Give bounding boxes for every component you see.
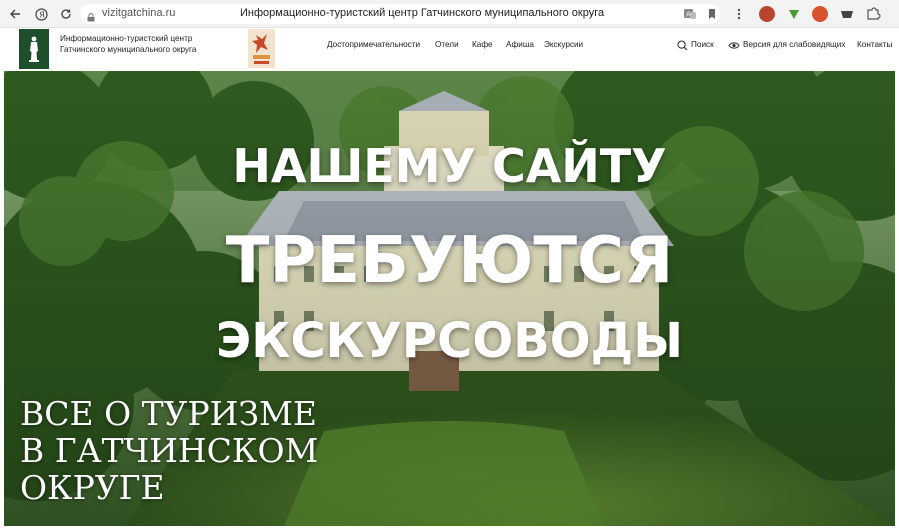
- menu-dots-icon[interactable]: [730, 5, 748, 23]
- brand-line-1: Информационно-туристский центр: [60, 34, 193, 43]
- nav-sights[interactable]: Достопримечательности: [327, 40, 420, 49]
- tagline-line-3: ОКРУГЕ: [20, 468, 165, 507]
- hero-tagline: ВСЕ О ТУРИЗМЕ В ГАТЧИНСКОМ ОКРУГЕ: [20, 395, 318, 506]
- url-host: vizitgatchina.ru: [102, 7, 176, 19]
- site-logo[interactable]: [19, 29, 49, 69]
- nav-excursions[interactable]: Экскурсии: [544, 40, 583, 49]
- bookmark-icon[interactable]: [704, 6, 720, 22]
- search-icon[interactable]: [677, 38, 688, 51]
- headline-line-3: ЭКСКУРСОВОДЫ: [215, 313, 683, 369]
- extension-red-icon[interactable]: [759, 6, 775, 22]
- extension-puzzle-icon[interactable]: [865, 6, 881, 22]
- translate-icon[interactable]: A: [682, 6, 698, 22]
- accessibility-link[interactable]: Версия для слабовидящих: [743, 40, 845, 49]
- extension-green-icon[interactable]: [786, 6, 802, 22]
- address-bar[interactable]: vizitgatchina.ru Информационно-туристски…: [80, 4, 720, 24]
- tab-title: Информационно-туристский центр Гатчинско…: [240, 7, 605, 19]
- search-link[interactable]: Поиск: [691, 40, 714, 49]
- yandex-icon[interactable]: Я: [32, 5, 50, 23]
- headline-line-1: НАШЕМУ САЙТУ: [232, 139, 667, 193]
- svg-text:Я: Я: [39, 10, 45, 19]
- reload-icon[interactable]: [57, 5, 75, 23]
- back-arrow-icon[interactable]: [6, 5, 24, 23]
- hero-banner: НАШЕМУ САЙТУ ТРЕБУЮТСЯ ЭКСКУРСОВОДЫ ВСЕ …: [4, 71, 895, 526]
- brand-line-2: Гатчинского муниципального округа: [60, 44, 197, 54]
- headline-line-2: ТРЕБУЮТСЯ: [225, 224, 674, 298]
- event-poster-thumbnail[interactable]: [248, 29, 275, 68]
- tagline-line-1: ВСЕ О ТУРИЗМЕ: [20, 394, 317, 433]
- contacts-link[interactable]: Контакты: [857, 40, 892, 49]
- extension-dark-icon[interactable]: [839, 6, 855, 22]
- extension-orange-icon[interactable]: [812, 6, 828, 22]
- nav-cafe[interactable]: Кафе: [472, 40, 493, 49]
- eye-icon[interactable]: [728, 38, 740, 49]
- nav-hotels[interactable]: Отели: [435, 40, 459, 49]
- statue-logo-icon: [29, 36, 39, 62]
- browser-toolbar: Я vizitgatchina.ru Информационно-туристс…: [0, 0, 899, 28]
- tagline-line-2: В ГАТЧИНСКОМ: [20, 431, 319, 470]
- lock-icon: [87, 9, 95, 22]
- brand-name[interactable]: Информационно-туристский центр Гатчинско…: [60, 34, 196, 55]
- nav-events[interactable]: Афиша: [506, 40, 534, 49]
